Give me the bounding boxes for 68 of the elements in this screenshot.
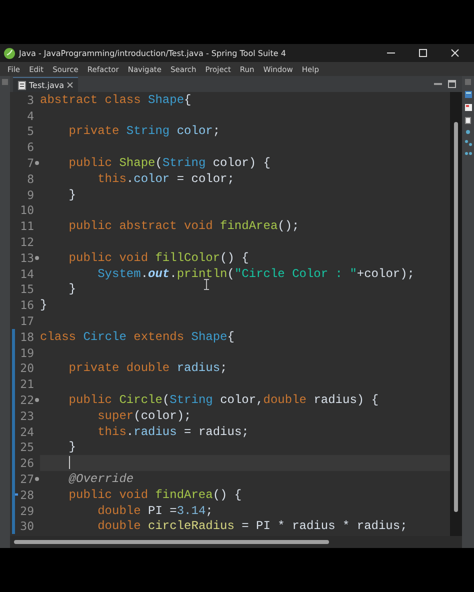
line-number: 10 — [19, 203, 34, 218]
line-number: 3 — [26, 92, 34, 107]
code-line: double circleRadius = PI * radius * radius; — [96, 519, 408, 534]
app-logo-icon — [4, 48, 15, 58]
line-number: 6 — [26, 140, 34, 154]
line-number: 11 — [19, 219, 34, 234]
line-number: 20 — [19, 361, 34, 376]
code-line: super(color); — [96, 408, 192, 423]
close-icon[interactable] — [67, 82, 74, 88]
maximize-view-icon[interactable] — [448, 80, 456, 88]
code-line: } — [68, 440, 76, 454]
code-line: double PI =3.14; — [96, 504, 213, 518]
code-line: class Circle extends Shape{ — [40, 330, 234, 344]
dots-icon[interactable] — [464, 152, 472, 155]
code-line: System.out.println("Circle Color : "+color); — [96, 266, 414, 281]
code-line: public Circle(String color,double radius) { — [68, 393, 379, 408]
vertical-scrollbar[interactable] — [450, 92, 462, 536]
code-line: private double radius; — [68, 361, 228, 376]
outline-view-icon[interactable] — [464, 91, 472, 98]
code-line: } — [68, 188, 76, 202]
code-line: public void fillColor() { — [68, 250, 249, 265]
dots-icon[interactable] — [464, 140, 472, 146]
line-number: 22 — [19, 393, 34, 408]
code-line: public void findArea() { — [68, 488, 242, 502]
line-number: 16 — [19, 298, 34, 312]
line-number: 17 — [19, 314, 34, 328]
line-number: 28 — [19, 488, 34, 502]
line-number: 24 — [19, 424, 34, 439]
code-line: abstract class Shape{ — [40, 92, 192, 107]
code-line: this.color = color; — [96, 172, 234, 186]
code-line: public Shape(String color) { — [68, 156, 270, 170]
file-icon — [18, 80, 26, 90]
line-number: 27 — [19, 472, 34, 486]
line-number: 29 — [19, 504, 34, 518]
code-line: this.radius = radius; — [96, 424, 249, 439]
line-number: 9 — [26, 188, 34, 202]
document-icon[interactable] — [465, 117, 471, 124]
line-number: 25 — [19, 440, 34, 454]
code-line: private String color; — [68, 124, 220, 138]
line-number: 26 — [19, 456, 34, 470]
code-line: } — [68, 282, 76, 296]
code-line: @Override — [68, 472, 134, 486]
line-number: 18 — [19, 330, 34, 344]
code-line: public abstract void findArea(); — [68, 219, 300, 234]
dot-icon[interactable] — [466, 130, 470, 134]
line-number: 5 — [26, 124, 34, 138]
line-number: 14 — [19, 266, 34, 281]
maximize-icon[interactable] — [418, 48, 428, 58]
task-list-icon[interactable] — [464, 104, 472, 111]
line-number: 4 — [26, 108, 34, 123]
line-number: 15 — [19, 282, 34, 296]
fold-marker-icon[interactable] — [35, 398, 39, 402]
line-number: 23 — [19, 408, 34, 423]
mouse-cursor-icon — [204, 279, 209, 290]
code-line: } — [40, 298, 48, 312]
line-number: 30 — [19, 519, 34, 534]
editor-tab[interactable]: Test.java — [13, 77, 78, 92]
line-number: 8 — [26, 172, 34, 186]
window-title: Java - JavaProgramming/introduction/Test.java - Spring Tool Suite 4 — [19, 48, 286, 58]
line-number: 12 — [19, 235, 34, 250]
fold-marker-icon[interactable] — [35, 256, 39, 260]
line-number: 21 — [19, 377, 34, 392]
fold-marker-icon[interactable] — [35, 161, 39, 166]
line-number: 13 — [19, 250, 34, 265]
line-number: 19 — [19, 346, 34, 360]
fold-marker-icon[interactable] — [35, 477, 39, 482]
line-number: 7 — [26, 156, 34, 170]
horizontal-scrollbar[interactable] — [10, 536, 462, 548]
